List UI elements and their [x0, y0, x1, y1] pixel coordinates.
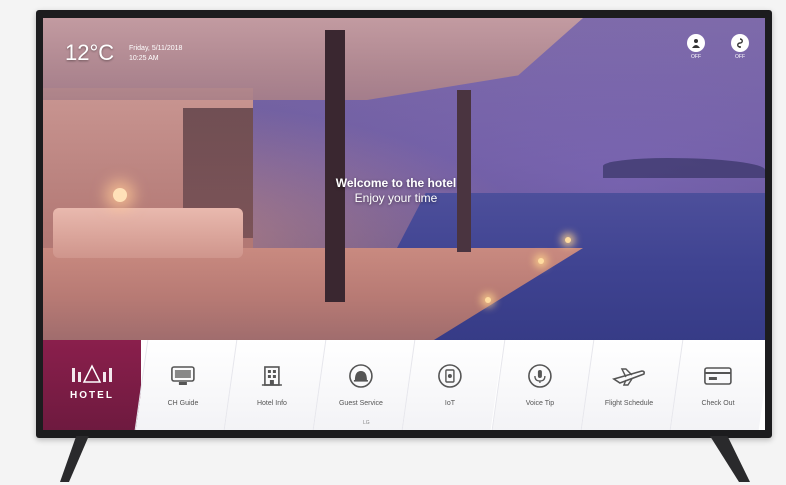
hotel-logo-icon — [43, 362, 141, 384]
tv-stand-left — [60, 436, 89, 482]
menu-item-hotel-info[interactable]: Hotel Info — [223, 340, 326, 430]
status-dnd-label: OFF — [735, 54, 745, 60]
card-icon — [674, 362, 762, 390]
status-person[interactable]: OFF — [683, 34, 709, 60]
menu-items: CH Guide Hotel Info Guest Service IoT Vo… — [134, 340, 765, 430]
background-roof — [43, 18, 583, 100]
menu-item-voice-tip[interactable]: Voice Tip — [491, 340, 594, 430]
menu-item-flight-schedule[interactable]: Flight Schedule — [580, 340, 683, 430]
menu-item-label: Check Out — [701, 400, 735, 407]
menu-item-label: Voice Tip — [525, 400, 554, 407]
tv-screen: 12°C Friday, 5/11/2018 10:25 AM OFF OFF … — [43, 18, 765, 430]
date-text: Friday, 5/11/2018 — [129, 45, 183, 52]
tv-icon — [139, 362, 227, 390]
menu-item-label: Guest Service — [339, 400, 384, 407]
deck-light — [565, 237, 571, 243]
person-icon — [687, 34, 705, 52]
background-pillar — [325, 30, 345, 302]
menu-item-ch-guide[interactable]: CH Guide — [134, 340, 237, 430]
building-icon — [228, 362, 316, 390]
menu-item-label: Hotel Info — [257, 400, 288, 407]
menu-item-check-out[interactable]: Check Out — [669, 340, 765, 430]
menu-item-label: CH Guide — [167, 400, 199, 407]
brand-mark: LG — [363, 420, 370, 426]
bell-icon — [317, 362, 405, 390]
dnd-icon — [731, 34, 749, 52]
welcome-message: Welcome to the hotel Enjoy your time — [296, 176, 496, 205]
menu-item-label: Flight Schedule — [604, 400, 653, 407]
background-sofa — [53, 208, 243, 258]
voice-icon — [495, 362, 583, 390]
background-island — [603, 158, 765, 178]
welcome-subtitle: Enjoy your time — [354, 191, 438, 205]
temperature: 12°C — [65, 40, 115, 65]
deck-light — [485, 297, 491, 303]
status-person-label: OFF — [691, 54, 701, 60]
date-time: Friday, 5/11/2018 10:25 AM — [129, 44, 182, 64]
deck-light — [538, 258, 544, 264]
menu-item-iot[interactable]: IoT — [402, 340, 504, 430]
menu-bar: HOTEL CH Guide Hotel Info Guest Service … — [43, 340, 765, 430]
iot-icon — [406, 362, 494, 390]
menu-item-guest-service[interactable]: Guest Service — [312, 340, 415, 430]
hotel-name: HOTEL — [70, 390, 114, 401]
airplane-icon — [585, 362, 673, 390]
welcome-title: Welcome to the hotel — [335, 176, 457, 190]
tv-stand-right — [710, 436, 750, 482]
background-pillar — [457, 90, 471, 252]
indoor-lamp — [113, 188, 127, 202]
time-text: 10:25 AM — [129, 55, 159, 62]
status-dnd[interactable]: OFF — [727, 34, 753, 60]
menu-item-label: IoT — [445, 400, 456, 407]
hotel-home-tile[interactable]: HOTEL — [43, 340, 141, 430]
